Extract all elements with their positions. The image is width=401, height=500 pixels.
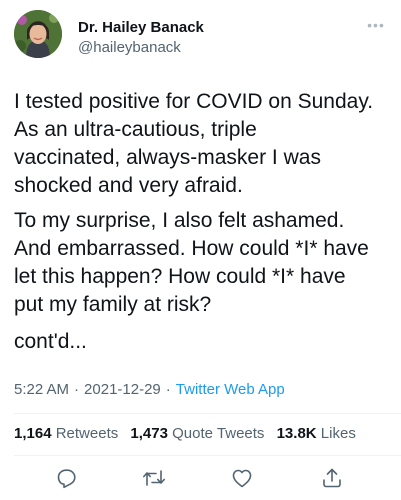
tweet-source-link[interactable]: Twitter Web App bbox=[176, 381, 285, 398]
tweet-card: Dr. Hailey Banack @haileybanack ••• I te… bbox=[0, 0, 401, 500]
author-name[interactable]: Dr. Hailey Banack bbox=[78, 19, 204, 36]
tweet-paragraph-2: To my surprise, I also felt ashamed. And… bbox=[14, 207, 392, 319]
tweet-time[interactable]: 5:22 AM bbox=[14, 381, 69, 398]
retweet-button[interactable] bbox=[142, 466, 166, 490]
retweets-label: Retweets bbox=[55, 425, 119, 442]
tweet-paragraph-1: I tested positive for COVID on Sunday. A… bbox=[14, 88, 392, 200]
meta-separator: · bbox=[74, 381, 80, 398]
tweet-meta: 5:22 AM · 2021-12-29 · Twitter Web App bbox=[14, 381, 285, 398]
tweet-line: put my family at risk? bbox=[14, 293, 212, 316]
quote-tweets-count: 1,473 bbox=[130, 425, 168, 442]
likes-label: Likes bbox=[320, 425, 356, 442]
reply-icon bbox=[57, 469, 76, 489]
more-options-icon[interactable]: ••• bbox=[365, 18, 387, 32]
avatar-photo bbox=[14, 10, 62, 58]
share-button[interactable] bbox=[320, 466, 344, 490]
retweets-stat[interactable]: 1,164 Retweets bbox=[14, 425, 118, 442]
quote-tweets-stat[interactable]: 1,473 Quote Tweets bbox=[130, 425, 264, 442]
action-bar bbox=[0, 462, 401, 496]
retweet-icon bbox=[143, 470, 165, 486]
tweet-line: let this happen? How could *I* have bbox=[14, 265, 346, 288]
tweet-date[interactable]: 2021-12-29 bbox=[84, 381, 161, 398]
tweet-line: To my surprise, I also felt ashamed. bbox=[14, 209, 345, 232]
divider bbox=[14, 413, 401, 414]
likes-stat[interactable]: 13.8K Likes bbox=[277, 425, 356, 442]
tweet-paragraph-3: cont'd... bbox=[14, 328, 392, 356]
tweet-line: cont'd... bbox=[14, 330, 87, 353]
tweet-line: And embarrassed. How could *I* have bbox=[14, 237, 369, 260]
tweet-line: As an ultra-cautious, triple bbox=[14, 118, 257, 141]
tweet-line: I tested positive for COVID on Sunday. bbox=[14, 90, 374, 113]
like-button[interactable] bbox=[230, 466, 254, 490]
avatar[interactable] bbox=[14, 10, 62, 58]
tweet-line: vaccinated, always-masker I was bbox=[14, 146, 321, 169]
like-icon bbox=[232, 469, 252, 488]
share-icon bbox=[323, 468, 341, 488]
divider bbox=[14, 455, 401, 456]
retweets-count: 1,164 bbox=[14, 425, 52, 442]
author-handle[interactable]: @haileybanack bbox=[78, 39, 181, 56]
tweet-line: shocked and very afraid. bbox=[14, 174, 243, 197]
engagement-stats: 1,164 Retweets 1,473 Quote Tweets 13.8K … bbox=[14, 425, 364, 442]
likes-count: 13.8K bbox=[276, 425, 317, 442]
meta-separator: · bbox=[165, 381, 171, 398]
quote-tweets-label: Quote Tweets bbox=[172, 425, 265, 442]
reply-button[interactable] bbox=[54, 466, 78, 490]
